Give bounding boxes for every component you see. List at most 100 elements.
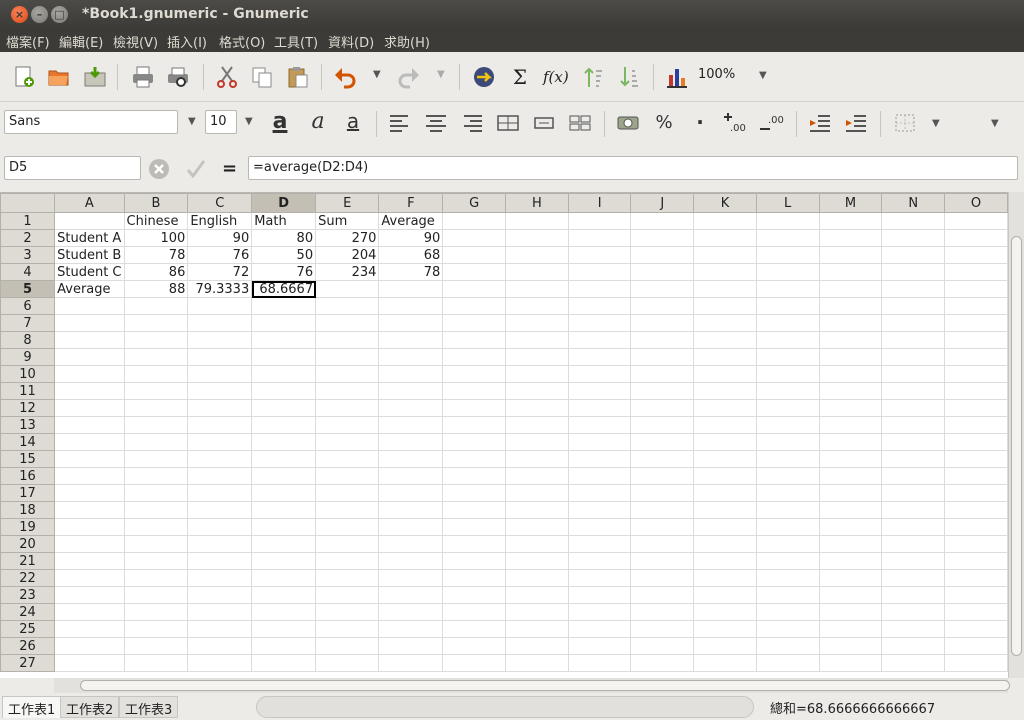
cell-d6[interactable] bbox=[251, 297, 317, 315]
cell-j14[interactable] bbox=[630, 433, 695, 451]
cell-l1[interactable] bbox=[755, 212, 820, 230]
cell-j17[interactable] bbox=[630, 484, 695, 502]
cell-k20[interactable] bbox=[693, 535, 757, 553]
cell-h11[interactable] bbox=[505, 382, 569, 400]
cell-e13[interactable] bbox=[315, 416, 380, 434]
cell-h13[interactable] bbox=[505, 416, 569, 434]
autosum-icon[interactable]: Σ bbox=[508, 65, 532, 89]
cell-d20[interactable] bbox=[251, 535, 317, 553]
cell-d23[interactable] bbox=[251, 586, 317, 604]
cell-c14[interactable] bbox=[187, 433, 253, 451]
cell-i1[interactable] bbox=[567, 212, 632, 230]
row-header-8[interactable]: 8 bbox=[0, 331, 56, 349]
borders-icon[interactable] bbox=[893, 111, 917, 135]
cell-h26[interactable] bbox=[505, 637, 569, 655]
row-header-26[interactable]: 26 bbox=[0, 637, 56, 655]
merge-cells-icon[interactable] bbox=[496, 111, 520, 135]
cell-f25[interactable] bbox=[378, 620, 444, 638]
cell-j24[interactable] bbox=[630, 603, 695, 621]
cell-d15[interactable] bbox=[251, 450, 317, 468]
cell-n3[interactable] bbox=[881, 246, 946, 264]
column-header-c[interactable]: C bbox=[187, 193, 253, 213]
cell-l15[interactable] bbox=[755, 450, 820, 468]
cell-c6[interactable] bbox=[187, 297, 253, 315]
cell-a2[interactable]: Student A bbox=[54, 229, 125, 247]
cell-c20[interactable] bbox=[187, 535, 253, 553]
cell-o6[interactable] bbox=[944, 297, 1008, 315]
cell-n4[interactable] bbox=[881, 263, 946, 281]
cell-l8[interactable] bbox=[755, 331, 820, 349]
cell-o8[interactable] bbox=[944, 331, 1008, 349]
column-header-i[interactable]: I bbox=[567, 193, 632, 213]
cell-i9[interactable] bbox=[567, 348, 632, 366]
cell-j22[interactable] bbox=[630, 569, 695, 587]
cell-g3[interactable] bbox=[442, 246, 507, 264]
cell-g11[interactable] bbox=[442, 382, 507, 400]
cell-b12[interactable] bbox=[123, 399, 189, 417]
cell-m1[interactable] bbox=[818, 212, 883, 230]
cell-a25[interactable] bbox=[54, 620, 125, 638]
increase-decimals-icon[interactable]: .00 bbox=[724, 111, 748, 135]
cell-n11[interactable] bbox=[881, 382, 946, 400]
row-header-20[interactable]: 20 bbox=[0, 535, 56, 553]
cell-f16[interactable] bbox=[378, 467, 444, 485]
cell-h25[interactable] bbox=[505, 620, 569, 638]
sort-descending-icon[interactable] bbox=[617, 65, 641, 89]
cell-i16[interactable] bbox=[567, 467, 632, 485]
row-header-11[interactable]: 11 bbox=[0, 382, 56, 400]
cell-m2[interactable] bbox=[818, 229, 883, 247]
cell-i5[interactable] bbox=[567, 280, 632, 298]
cell-reference-field[interactable]: D5 bbox=[4, 156, 141, 180]
cell-o24[interactable] bbox=[944, 603, 1008, 621]
cell-h10[interactable] bbox=[505, 365, 569, 383]
cell-c12[interactable] bbox=[187, 399, 253, 417]
cell-l14[interactable] bbox=[755, 433, 820, 451]
cell-e25[interactable] bbox=[315, 620, 380, 638]
cell-k25[interactable] bbox=[693, 620, 757, 638]
cell-i2[interactable] bbox=[567, 229, 632, 247]
font-name-field[interactable]: Sans bbox=[4, 110, 178, 134]
cell-m5[interactable] bbox=[818, 280, 883, 298]
print-preview-icon[interactable] bbox=[166, 65, 190, 89]
menu-help[interactable]: 求助(H) bbox=[384, 32, 430, 51]
cell-k11[interactable] bbox=[693, 382, 757, 400]
cell-j26[interactable] bbox=[630, 637, 695, 655]
cell-o2[interactable] bbox=[944, 229, 1008, 247]
underline-icon[interactable]: a bbox=[341, 110, 365, 134]
cell-h24[interactable] bbox=[505, 603, 569, 621]
cell-b26[interactable] bbox=[123, 637, 189, 655]
cell-h7[interactable] bbox=[505, 314, 569, 332]
row-header-3[interactable]: 3 bbox=[0, 246, 56, 264]
cell-f14[interactable] bbox=[378, 433, 444, 451]
cell-k13[interactable] bbox=[693, 416, 757, 434]
cell-k23[interactable] bbox=[693, 586, 757, 604]
cell-h23[interactable] bbox=[505, 586, 569, 604]
cell-i19[interactable] bbox=[567, 518, 632, 536]
cell-e18[interactable] bbox=[315, 501, 380, 519]
cell-l26[interactable] bbox=[755, 637, 820, 655]
cell-k2[interactable] bbox=[693, 229, 757, 247]
cell-d1[interactable]: Math bbox=[251, 212, 317, 230]
cell-b23[interactable] bbox=[123, 586, 189, 604]
cell-a19[interactable] bbox=[54, 518, 125, 536]
row-header-17[interactable]: 17 bbox=[0, 484, 56, 502]
cell-b6[interactable] bbox=[123, 297, 189, 315]
menu-insert[interactable]: 插入(I) bbox=[167, 32, 207, 51]
cell-k8[interactable] bbox=[693, 331, 757, 349]
cell-a4[interactable]: Student C bbox=[54, 263, 125, 281]
cell-e15[interactable] bbox=[315, 450, 380, 468]
cell-l25[interactable] bbox=[755, 620, 820, 638]
borders-dropdown[interactable]: ▼ bbox=[932, 118, 940, 129]
cell-o13[interactable] bbox=[944, 416, 1008, 434]
cell-k21[interactable] bbox=[693, 552, 757, 570]
split-cells-icon[interactable] bbox=[568, 111, 592, 135]
cut-icon[interactable] bbox=[215, 65, 239, 89]
cell-i8[interactable] bbox=[567, 331, 632, 349]
cell-e20[interactable] bbox=[315, 535, 380, 553]
cell-i22[interactable] bbox=[567, 569, 632, 587]
column-header-h[interactable]: H bbox=[505, 193, 569, 213]
cell-a12[interactable] bbox=[54, 399, 125, 417]
cell-e8[interactable] bbox=[315, 331, 380, 349]
cell-g1[interactable] bbox=[442, 212, 507, 230]
cell-g25[interactable] bbox=[442, 620, 507, 638]
